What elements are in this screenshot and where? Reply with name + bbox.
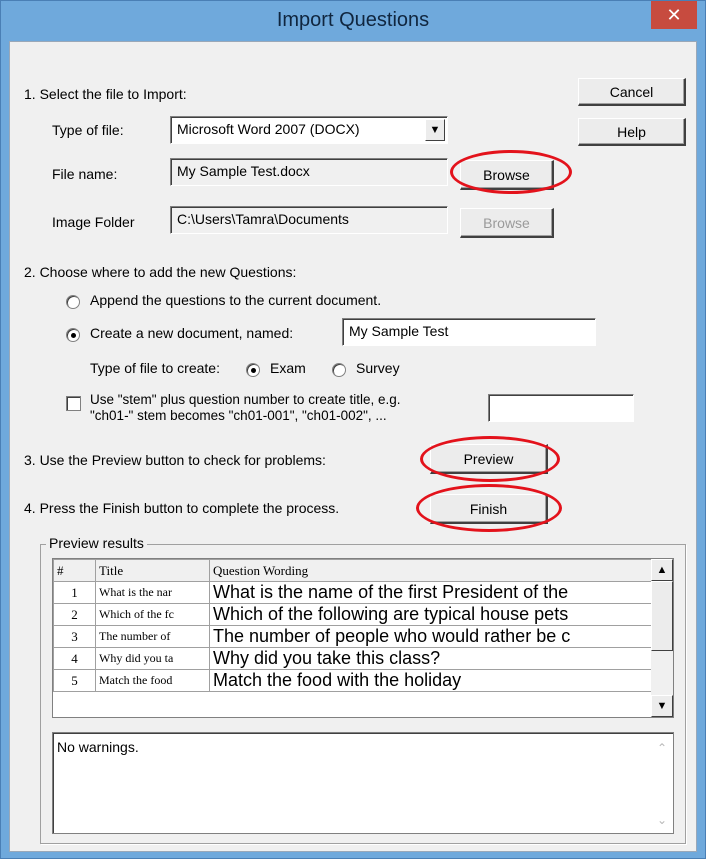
table-row[interactable]: 4 Why did you ta Why did you take this c… <box>53 647 652 670</box>
create-new-radio[interactable] <box>66 328 80 342</box>
row-wording: Why did you take this class? <box>209 647 652 670</box>
row-number: 1 <box>53 581 96 604</box>
step4-instruction: 4. Press the Finish button to complete t… <box>24 500 340 516</box>
row-title: Which of the fc <box>95 603 210 626</box>
scrollbar-thumb[interactable] <box>651 581 673 651</box>
new-document-name-input[interactable]: My Sample Test <box>342 318 596 346</box>
column-header-number[interactable]: # <box>53 559 96 582</box>
step3-instruction: 3. Use the Preview button to check for p… <box>24 452 326 468</box>
row-title: The number of <box>95 625 210 648</box>
table-row[interactable]: 2 Which of the fc Which of the following… <box>53 603 652 626</box>
row-title: Match the food <box>95 669 210 692</box>
warnings-box[interactable]: No warnings. ⌃ ⌄ <box>52 732 674 834</box>
image-folder-label: Image Folder <box>52 214 135 230</box>
cancel-button[interactable]: Cancel <box>578 78 686 106</box>
column-header-title[interactable]: Title <box>95 559 210 582</box>
dialog-body: 1. Select the file to Import: Cancel Hel… <box>9 41 697 852</box>
finish-button[interactable]: Finish <box>430 494 548 524</box>
title-bar[interactable]: Import Questions ✕ <box>1 1 705 41</box>
image-folder-field[interactable]: C:\Users\Tamra\Documents <box>170 206 448 234</box>
preview-button[interactable]: Preview <box>430 444 548 474</box>
step2-heading: 2. Choose where to add the new Questions… <box>24 264 297 280</box>
row-number: 3 <box>53 625 96 648</box>
type-of-file-value: Microsoft Word 2007 (DOCX) <box>177 121 360 137</box>
grid-vertical-scrollbar[interactable]: ▲ ▼ <box>651 559 673 717</box>
row-title: What is the nar <box>95 581 210 604</box>
use-stem-label-line1: Use "stem" plus question number to creat… <box>90 392 401 407</box>
file-name-field[interactable]: My Sample Test.docx <box>170 158 448 186</box>
file-name-label: File name: <box>52 166 118 182</box>
chevron-down-icon[interactable]: ▼ <box>425 119 445 141</box>
type-of-file-label: Type of file: <box>52 122 124 138</box>
row-number: 5 <box>53 669 96 692</box>
grid-header-row: # Title Question Wording <box>53 559 652 582</box>
append-radio[interactable] <box>66 295 80 309</box>
warnings-text: No warnings. <box>57 739 139 755</box>
preview-results-title: Preview results <box>46 535 147 551</box>
scroll-up-icon[interactable]: ▲ <box>651 559 673 581</box>
column-header-question-wording[interactable]: Question Wording <box>209 559 652 582</box>
row-wording: Match the food with the holiday <box>209 669 652 692</box>
scroll-down-icon: ⌄ <box>656 813 667 827</box>
import-questions-window: Import Questions ✕ 1. Select the file to… <box>0 0 706 859</box>
table-row[interactable]: 1 What is the nar What is the name of th… <box>53 581 652 604</box>
exam-label: Exam <box>270 360 306 376</box>
step1-heading: 1. Select the file to Import: <box>24 86 187 102</box>
use-stem-label: Use "stem" plus question number to creat… <box>90 392 401 424</box>
table-row[interactable]: 3 The number of The number of people who… <box>53 625 652 648</box>
use-stem-checkbox[interactable] <box>66 396 81 411</box>
use-stem-label-line2: "ch01-" stem becomes "ch01-001", "ch01-0… <box>90 408 387 423</box>
create-new-label: Create a new document, named: <box>90 325 294 341</box>
close-button[interactable]: ✕ <box>651 1 697 29</box>
row-wording: The number of people who would rather be… <box>209 625 652 648</box>
stem-input[interactable] <box>488 394 634 422</box>
table-row[interactable]: 5 Match the food Match the food with the… <box>53 669 652 692</box>
scroll-up-icon: ⌃ <box>656 741 667 755</box>
append-label: Append the questions to the current docu… <box>90 292 382 308</box>
exam-radio[interactable] <box>246 363 260 377</box>
window-title: Import Questions <box>276 9 430 31</box>
browse-button[interactable]: Browse <box>460 160 554 190</box>
row-title: Why did you ta <box>95 647 210 670</box>
browse-image-folder-button[interactable]: Browse <box>460 208 554 238</box>
scroll-down-icon[interactable]: ▼ <box>651 695 673 717</box>
survey-radio[interactable] <box>332 363 346 377</box>
help-button[interactable]: Help <box>578 118 686 146</box>
type-of-file-select[interactable]: Microsoft Word 2007 (DOCX) ▼ <box>170 116 448 144</box>
close-icon: ✕ <box>666 5 682 25</box>
row-wording: Which of the following are typical house… <box>209 603 652 626</box>
survey-label: Survey <box>356 360 400 376</box>
row-number: 4 <box>53 647 96 670</box>
row-number: 2 <box>53 603 96 626</box>
file-type-to-create-label: Type of file to create: <box>90 360 220 376</box>
row-wording: What is the name of the first President … <box>209 581 652 604</box>
preview-grid[interactable]: # Title Question Wording 1 What is the n… <box>52 558 674 718</box>
